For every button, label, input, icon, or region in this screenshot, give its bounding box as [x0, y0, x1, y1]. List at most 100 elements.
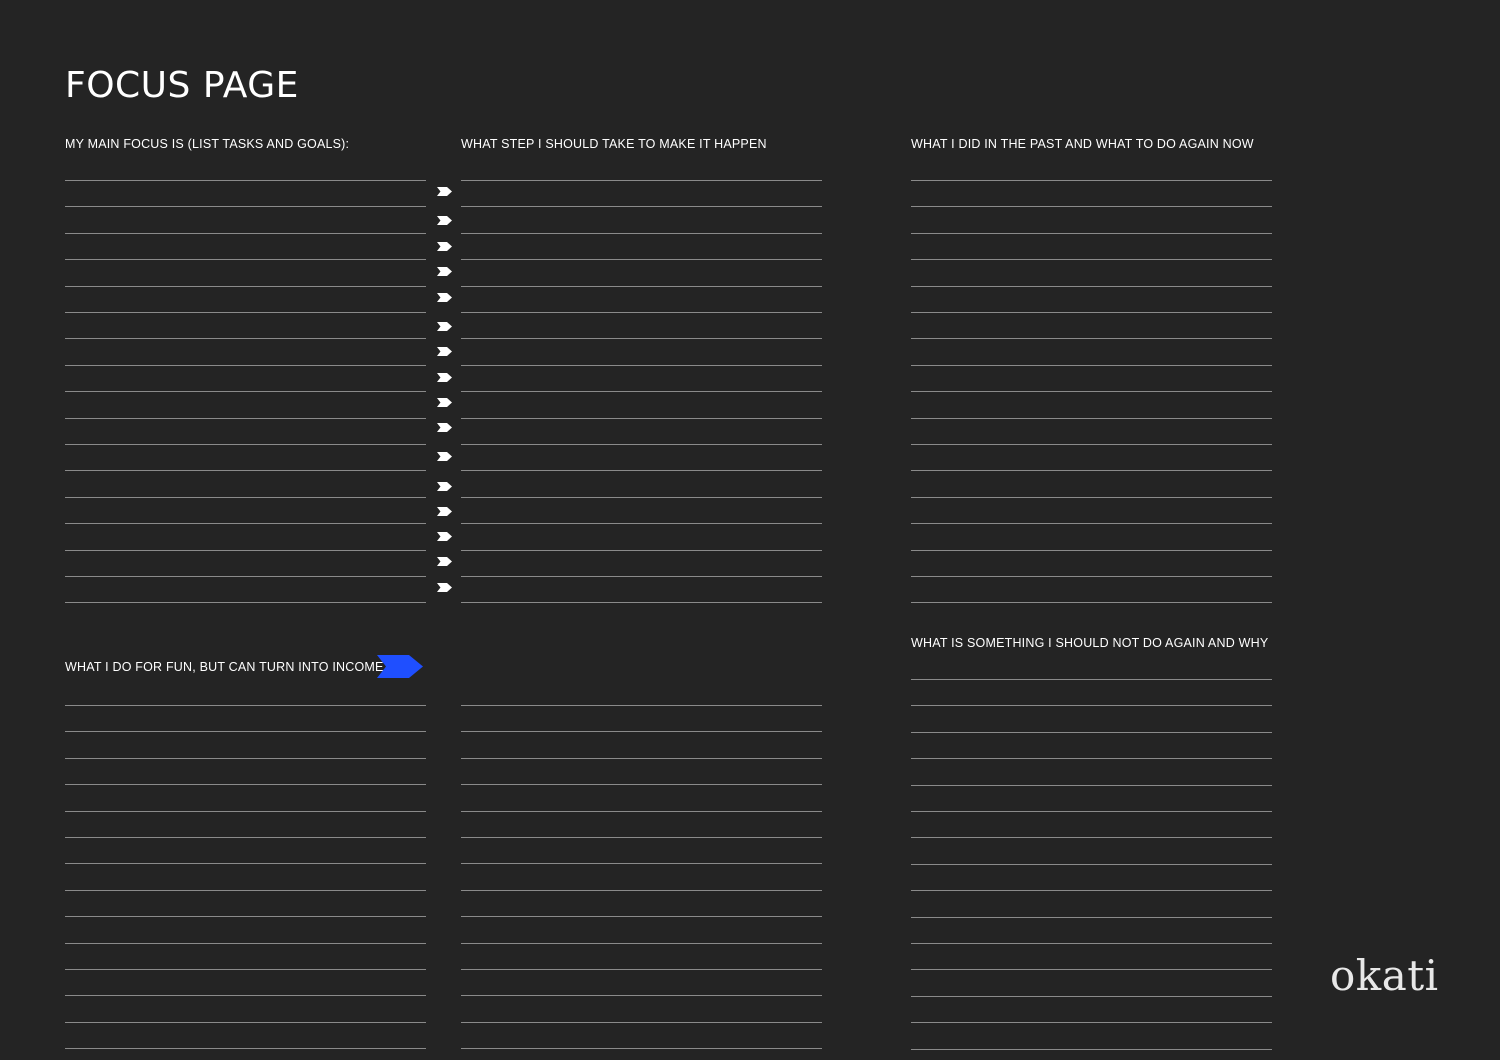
fun-income-heading: WHAT I DO FOR FUN, BUT CAN TURN INTO INC… [65, 660, 384, 674]
avoid-line [911, 758, 1272, 759]
next-steps-line [461, 365, 822, 366]
main-focus-line [65, 391, 426, 392]
chevron-right-icon [437, 423, 452, 432]
main-focus-line [65, 418, 426, 419]
fun-income-steps-line [461, 995, 822, 996]
main-focus-line [65, 233, 426, 234]
past-actions-line [911, 259, 1272, 260]
fun-income-line [65, 705, 426, 706]
next-steps-line [461, 286, 822, 287]
main-focus-line [65, 312, 426, 313]
chevron-right-icon [437, 373, 452, 382]
past-actions-line [911, 312, 1272, 313]
main-focus-line [65, 576, 426, 577]
next-steps-line [461, 180, 822, 181]
fun-income-line [65, 758, 426, 759]
chevron-right-icon [437, 583, 452, 592]
chevron-right-icon [437, 293, 452, 302]
fun-income-line [65, 916, 426, 917]
past-actions-line [911, 418, 1272, 419]
past-actions-line [911, 206, 1272, 207]
chevron-right-icon [437, 482, 452, 491]
fun-income-steps-line [461, 811, 822, 812]
avoid-line [911, 969, 1272, 970]
chevron-right-icon [437, 452, 452, 461]
next-steps-line [461, 391, 822, 392]
avoid-line [911, 705, 1272, 706]
avoid-line [911, 996, 1272, 997]
avoid-line [911, 917, 1272, 918]
fun-income-steps-line [461, 890, 822, 891]
fun-income-line [65, 837, 426, 838]
past-actions-line [911, 233, 1272, 234]
next-steps-line [461, 602, 822, 603]
past-actions-line [911, 497, 1272, 498]
avoid-line [911, 837, 1272, 838]
past-actions-line [911, 365, 1272, 366]
arrow-right-icon [377, 655, 423, 678]
fun-income-line [65, 890, 426, 891]
next-steps-line [461, 206, 822, 207]
main-focus-line [65, 338, 426, 339]
main-focus-line [65, 550, 426, 551]
avoid-line [911, 1049, 1272, 1050]
chevron-right-icon [437, 242, 452, 251]
avoid-line [911, 785, 1272, 786]
next-steps-line [461, 312, 822, 313]
brand-logo: okati [1330, 951, 1439, 1000]
fun-income-line [65, 811, 426, 812]
fun-income-steps-line [461, 705, 822, 706]
past-actions-line [911, 444, 1272, 445]
avoid-line [911, 943, 1272, 944]
fun-income-line [65, 943, 426, 944]
main-focus-line [65, 180, 426, 181]
avoid-line [911, 1022, 1272, 1023]
fun-income-line [65, 1048, 426, 1049]
main-focus-line [65, 259, 426, 260]
focus-page: { "page": { "title": "FOCUS PAGE" }, "se… [0, 0, 1500, 1060]
past-actions-line [911, 338, 1272, 339]
chevron-right-icon [437, 557, 452, 566]
fun-income-steps-line [461, 1048, 822, 1049]
past-actions-line [911, 602, 1272, 603]
fun-income-steps-line [461, 943, 822, 944]
fun-income-steps-line [461, 969, 822, 970]
chevron-right-icon [437, 267, 452, 276]
chevron-right-icon [437, 187, 452, 196]
past-actions-line [911, 391, 1272, 392]
avoid-line [911, 864, 1272, 865]
next-steps-line [461, 259, 822, 260]
fun-income-line [65, 784, 426, 785]
avoid-line [911, 811, 1272, 812]
next-steps-line [461, 470, 822, 471]
next-steps-line [461, 576, 822, 577]
past-actions-line [911, 550, 1272, 551]
next-steps-line [461, 444, 822, 445]
past-actions-line [911, 523, 1272, 524]
main-focus-line [65, 365, 426, 366]
chevron-right-icon [437, 507, 452, 516]
fun-income-steps-line [461, 784, 822, 785]
main-focus-line [65, 470, 426, 471]
chevron-right-icon [437, 532, 452, 541]
fun-income-steps-line [461, 731, 822, 732]
main-focus-line [65, 206, 426, 207]
next-steps-heading: WHAT STEP I SHOULD TAKE TO MAKE IT HAPPE… [461, 137, 767, 151]
next-steps-line [461, 523, 822, 524]
fun-income-steps-line [461, 1022, 822, 1023]
next-steps-line [461, 550, 822, 551]
chevron-right-icon [437, 322, 452, 331]
avoid-line [911, 732, 1272, 733]
main-focus-line [65, 602, 426, 603]
fun-income-line [65, 1022, 426, 1023]
next-steps-line [461, 233, 822, 234]
past-actions-line [911, 470, 1272, 471]
fun-income-line [65, 731, 426, 732]
fun-income-line [65, 969, 426, 970]
avoid-line [911, 890, 1272, 891]
next-steps-line [461, 497, 822, 498]
past-actions-line [911, 180, 1272, 181]
chevron-right-icon [437, 398, 452, 407]
avoid-heading: WHAT IS SOMETHING I SHOULD NOT DO AGAIN … [911, 636, 1269, 650]
past-actions-line [911, 286, 1272, 287]
